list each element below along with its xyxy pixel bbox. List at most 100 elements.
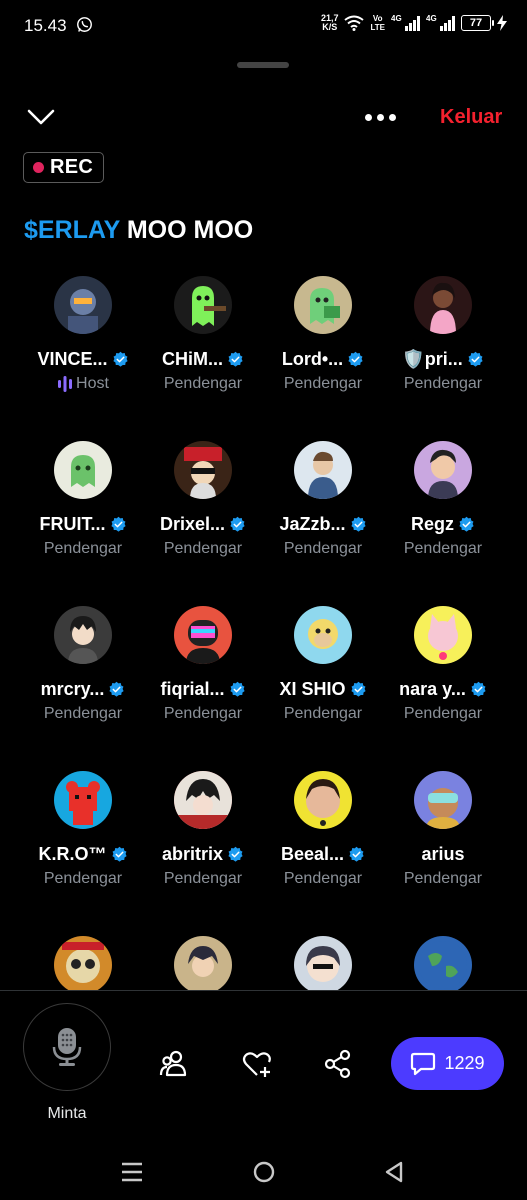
participant-role-row: Pendengar xyxy=(263,705,383,723)
red-bear-avatar[interactable] xyxy=(54,771,112,829)
santa-sunglasses-avatar[interactable] xyxy=(174,441,232,499)
pink-cat-avatar[interactable] xyxy=(414,606,472,664)
man-blue-avatar-image xyxy=(308,451,338,499)
earth-avatar[interactable] xyxy=(414,936,472,990)
ape-avatar[interactable] xyxy=(294,606,352,664)
woman-pink-avatar[interactable] xyxy=(414,276,472,334)
participant-name: Regz xyxy=(410,514,454,534)
participant-role: Pendengar xyxy=(163,870,243,887)
home-icon[interactable] xyxy=(252,1160,276,1184)
participant-item[interactable]: Lord•... Pendengar xyxy=(263,274,383,439)
charging-icon xyxy=(497,15,507,31)
heart-add-icon[interactable] xyxy=(241,1048,273,1080)
participant-item[interactable] xyxy=(23,934,143,990)
participant-role: Pendengar xyxy=(163,705,243,722)
participant-item[interactable]: Drixel... Pendengar xyxy=(143,439,263,604)
earth-avatar-image xyxy=(419,941,467,989)
microphone-icon xyxy=(52,1028,82,1066)
recording-dot-icon xyxy=(33,162,44,173)
participant-item[interactable]: JaZzb... Pendengar xyxy=(263,439,383,604)
manga-face-avatar-image xyxy=(174,771,232,829)
robot-avatar[interactable] xyxy=(54,276,112,334)
more-options-button[interactable] xyxy=(360,106,400,128)
participant-role-row: Pendengar xyxy=(143,375,263,393)
woman-face-avatar[interactable] xyxy=(294,771,352,829)
green-ghost-gun-avatar[interactable] xyxy=(174,276,232,334)
participant-role-row: Pendengar xyxy=(23,540,143,558)
rainbow-helmet-avatar[interactable] xyxy=(174,606,232,664)
participant-role: Pendengar xyxy=(283,540,363,557)
drag-handle[interactable] xyxy=(237,62,289,68)
participant-name-row: VINCE... xyxy=(23,349,143,370)
participant-item[interactable] xyxy=(143,934,263,990)
participant-item[interactable]: mrcry... Pendengar xyxy=(23,604,143,769)
participant-item[interactable]: XI SHIO Pendengar xyxy=(263,604,383,769)
participant-role: Pendengar xyxy=(403,870,483,887)
verified-badge-icon xyxy=(471,681,486,697)
participant-name: 🛡️pri... xyxy=(402,349,463,369)
participant-name: CHiM... xyxy=(162,349,223,369)
participant-name-row: CHiM... xyxy=(143,349,263,370)
verified-badge-icon xyxy=(112,351,128,367)
participant-name-row: Drixel... xyxy=(143,514,263,535)
participant-item[interactable]: K.R.O™ Pendengar xyxy=(23,769,143,934)
chibi-boy-avatar-image xyxy=(306,946,340,982)
vr-monkey-avatar[interactable] xyxy=(414,771,472,829)
participant-name: nara y... xyxy=(399,679,466,699)
participant-name-row: Beeal... xyxy=(263,844,383,865)
participant-item[interactable]: VINCE... Host xyxy=(23,274,143,439)
recording-badge: REC xyxy=(23,152,104,183)
participant-item[interactable]: 🛡️pri... Pendengar xyxy=(383,274,503,439)
verified-badge-icon xyxy=(349,846,364,862)
back-icon[interactable] xyxy=(383,1160,407,1184)
share-icon[interactable] xyxy=(322,1048,354,1080)
anime-warrior-avatar[interactable] xyxy=(174,936,232,990)
participant-role-row: Pendengar xyxy=(383,540,503,558)
battery-level: 77 xyxy=(469,17,483,29)
participant-item[interactable]: arius Pendengar xyxy=(383,769,503,934)
leave-button[interactable]: Keluar xyxy=(440,106,502,129)
space-title-text: MOO MOO xyxy=(119,216,254,244)
participant-role-row: Pendengar xyxy=(383,375,503,393)
participant-name-row: FRUIT... xyxy=(23,514,143,535)
participants-icon[interactable] xyxy=(158,1048,190,1080)
recent-apps-icon[interactable] xyxy=(120,1160,144,1184)
man-blue-avatar[interactable] xyxy=(294,441,352,499)
verified-badge-icon xyxy=(229,681,245,697)
participant-item[interactable]: Beeal... Pendengar xyxy=(263,769,383,934)
verified-badge-icon xyxy=(228,351,243,367)
cartoon-man-avatar[interactable] xyxy=(414,441,472,499)
participant-item[interactable]: nara y... Pendengar xyxy=(383,604,503,769)
participant-item[interactable]: FRUIT... Pendengar xyxy=(23,439,143,604)
manga-face-avatar[interactable] xyxy=(174,771,232,829)
chevron-down-icon[interactable] xyxy=(26,104,56,130)
participant-item[interactable]: CHiM... Pendengar xyxy=(143,274,263,439)
participant-item[interactable] xyxy=(263,934,383,990)
battery-icon: 77 xyxy=(461,15,494,31)
request-mic-button[interactable] xyxy=(23,1003,111,1091)
green-ghost-avatar[interactable] xyxy=(54,441,112,499)
green-ghost-money-avatar[interactable] xyxy=(294,276,352,334)
ape-avatar-image xyxy=(308,619,338,649)
anime-boy-avatar[interactable] xyxy=(54,606,112,664)
participant-item[interactable]: fiqrial... Pendengar xyxy=(143,604,263,769)
participant-item[interactable]: Regz Pendengar xyxy=(383,439,503,604)
green-ghost-money-avatar-image xyxy=(310,288,340,324)
participant-name-row: K.R.O™ xyxy=(23,844,143,865)
participant-item[interactable]: abritrix Pendengar xyxy=(143,769,263,934)
chat-button[interactable]: 1229 xyxy=(391,1037,504,1090)
participant-role-row: Pendengar xyxy=(383,705,503,723)
participant-name: fiqrial... xyxy=(160,679,225,699)
status-bar: 15.43 21,7 K/S Vo LTE 4G 4G 77 xyxy=(0,0,527,52)
skull-avatar[interactable] xyxy=(54,936,112,990)
recording-label: REC xyxy=(50,156,94,178)
chibi-boy-avatar[interactable] xyxy=(294,936,352,990)
participant-name-row: Lord•... xyxy=(263,349,383,370)
participant-role: Pendengar xyxy=(403,705,483,722)
participant-item[interactable] xyxy=(383,934,503,990)
net-speed: 21,7 K/S xyxy=(321,14,339,32)
participant-role: Pendengar xyxy=(283,870,363,887)
divider xyxy=(0,990,527,991)
space-title-cashtag[interactable]: $ERLAY xyxy=(24,216,120,244)
participant-name-row: 🛡️pri... xyxy=(383,349,503,370)
